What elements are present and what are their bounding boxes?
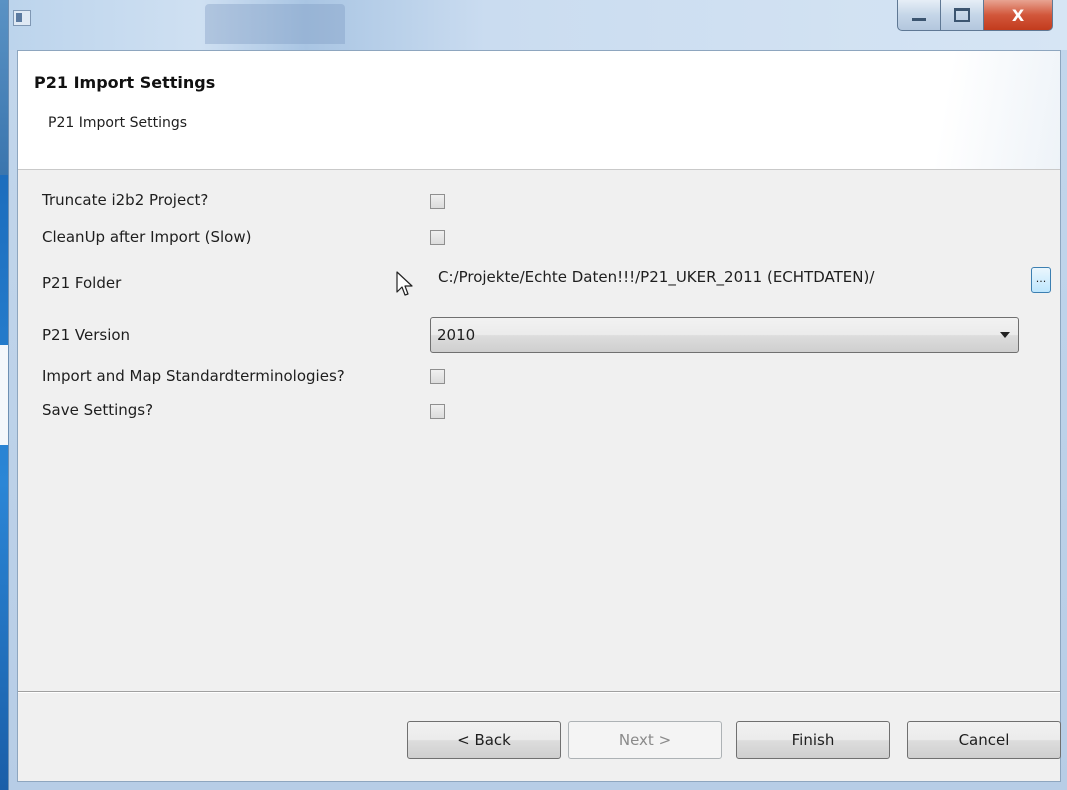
- standard-terminologies-checkbox[interactable]: [430, 369, 445, 384]
- p21-version-label: P21 Version: [42, 326, 131, 344]
- window-controls: X: [897, 0, 1053, 32]
- p21-folder-label: P21 Folder: [42, 274, 122, 292]
- cleanup-checkbox[interactable]: [430, 230, 445, 245]
- save-settings-checkbox[interactable]: [430, 404, 445, 419]
- maximize-button[interactable]: [941, 0, 984, 31]
- p21-version-value: 2010: [437, 326, 476, 344]
- truncate-project-label: Truncate i2b2 Project?: [42, 191, 209, 209]
- close-icon: X: [1011, 5, 1025, 25]
- app-window-icon[interactable]: [13, 10, 31, 26]
- close-button[interactable]: X: [984, 0, 1053, 31]
- browse-folder-button[interactable]: ...: [1031, 267, 1051, 293]
- back-button[interactable]: < Back: [407, 721, 561, 759]
- dropdown-arrow-icon: [1000, 332, 1010, 338]
- dialog-content: P21 Import Settings P21 Import Settings …: [17, 50, 1061, 782]
- cancel-button[interactable]: Cancel: [907, 721, 1061, 759]
- page-title: P21 Import Settings: [34, 73, 216, 92]
- title-bar[interactable]: X: [9, 0, 1067, 50]
- save-settings-label: Save Settings?: [42, 401, 154, 419]
- minimize-button[interactable]: [897, 0, 941, 31]
- p21-version-select[interactable]: 2010: [430, 317, 1019, 353]
- p21-folder-path: C:/Projekte/Echte Daten!!!/P21_UKER_2011…: [438, 268, 875, 286]
- background-taskbar-ghost: [205, 4, 345, 44]
- finish-button[interactable]: Finish: [736, 721, 890, 759]
- cleanup-label: CleanUp after Import (Slow): [42, 228, 252, 246]
- page-description: P21 Import Settings: [48, 115, 188, 131]
- maximize-icon: [954, 8, 970, 22]
- mouse-cursor-icon: [396, 271, 413, 296]
- next-button[interactable]: Next >: [568, 721, 722, 759]
- wizard-header: P21 Import Settings P21 Import Settings: [18, 51, 1060, 170]
- import-wizard-window: X P21 Import Settings P21 Import Setting…: [8, 0, 1067, 790]
- minimize-icon: [912, 17, 926, 21]
- truncate-project-checkbox[interactable]: [430, 194, 445, 209]
- standard-terminologies-label: Import and Map Standardterminologies?: [42, 367, 345, 385]
- footer-divider: [18, 691, 1060, 693]
